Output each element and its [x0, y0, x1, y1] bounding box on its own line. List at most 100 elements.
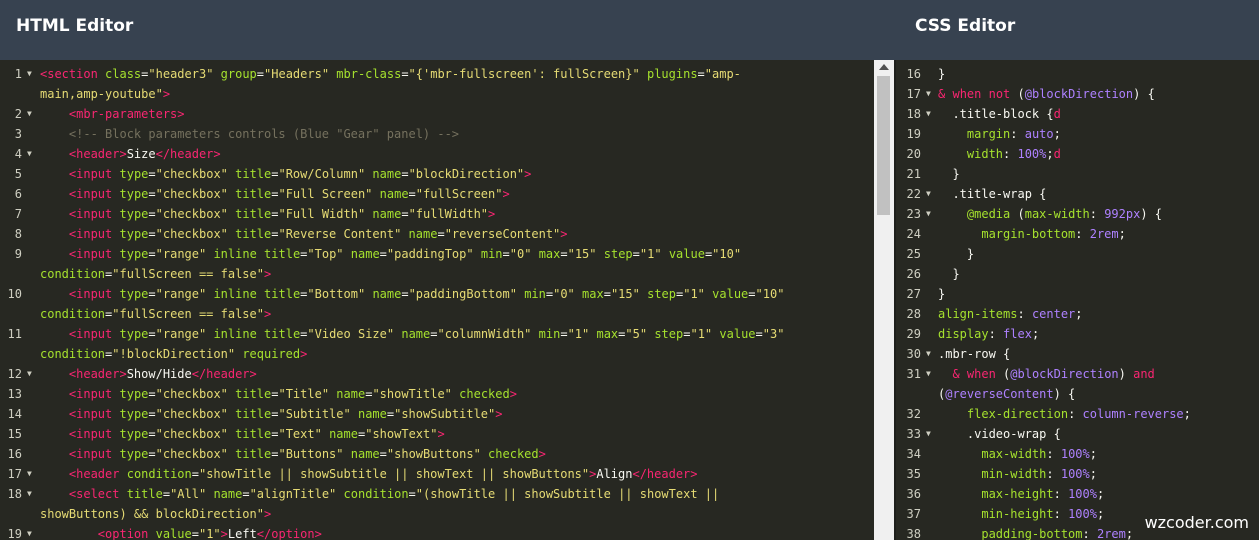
- line-number: 10: [7, 287, 22, 301]
- fold-arrow-icon[interactable]: ▼: [926, 204, 931, 224]
- code-token: 100%: [1060, 447, 1090, 461]
- code-line[interactable]: condition="fullScreen == false">: [0, 264, 874, 284]
- code-line[interactable]: 28 align-items: center;: [896, 304, 1259, 324]
- code-token: ) {: [1133, 87, 1155, 101]
- fold-arrow-icon[interactable]: ▼: [27, 104, 32, 124]
- code-token: title: [235, 427, 272, 441]
- fold-arrow-icon[interactable]: ▼: [27, 144, 32, 164]
- code-line[interactable]: 8 <input type="checkbox" title="Reverse …: [0, 224, 874, 244]
- code-line[interactable]: 23 ▼ @media (max-width: 992px) {: [896, 204, 1259, 224]
- code-line[interactable]: 21 }: [896, 164, 1259, 184]
- code-line[interactable]: 34 max-width: 100%;: [896, 444, 1259, 464]
- code-line[interactable]: 2 ▼ <mbr-parameters>: [0, 104, 874, 124]
- code-line[interactable]: 25 }: [896, 244, 1259, 264]
- html-editor-scrollbar[interactable]: [874, 60, 894, 540]
- fold-arrow-icon[interactable]: ▼: [27, 364, 32, 384]
- code-line[interactable]: 22 ▼ .title-wrap {: [896, 184, 1259, 204]
- fold-arrow-icon[interactable]: ▼: [926, 184, 931, 204]
- fold-arrow-icon[interactable]: ▼: [27, 464, 32, 484]
- code-token: "showSubtitle": [394, 407, 496, 421]
- code-line[interactable]: 9 <input type="range" inline title="Top"…: [0, 244, 874, 264]
- code-line[interactable]: 27}: [896, 284, 1259, 304]
- code-token: >: [437, 427, 445, 441]
- code-line[interactable]: 20 width: 100%;d: [896, 144, 1259, 164]
- code-token: min-height: [981, 507, 1054, 521]
- fold-arrow-icon[interactable]: ▼: [926, 84, 931, 104]
- code-line[interactable]: (@reverseContent) {: [896, 384, 1259, 404]
- css-code-area[interactable]: , ,16}17▼& when not (@blockDirection) {1…: [896, 60, 1259, 540]
- code-line[interactable]: condition="!blockDirection" required>: [0, 344, 874, 364]
- code-token: "checkbox": [155, 447, 228, 461]
- code-line[interactable]: 11 <input type="range" inline title="Vid…: [0, 324, 874, 344]
- code-line[interactable]: 6 <input type="checkbox" title="Full Scr…: [0, 184, 874, 204]
- html-code-area[interactable]: 1 ▼ <section class="header3" group="Header…: [0, 64, 874, 540]
- line-number: 25: [906, 247, 921, 261]
- code-line[interactable]: 15 <input type="checkbox" title="Text" n…: [0, 424, 874, 444]
- code-line[interactable]: condition="fullScreen == false">: [0, 304, 874, 324]
- code-token: :: [1010, 127, 1025, 141]
- fold-arrow-icon[interactable]: ▼: [27, 484, 32, 504]
- code-line[interactable]: 32 flex-direction: column-reverse;: [896, 404, 1259, 424]
- fold-arrow-icon[interactable]: ▼: [926, 104, 931, 124]
- css-editor-title: CSS Editor: [915, 16, 1016, 36]
- scroll-thumb[interactable]: [877, 76, 890, 215]
- fold-arrow-icon[interactable]: ▼: [926, 344, 931, 364]
- code-line[interactable]: 16 <input type="checkbox" title="Buttons…: [0, 444, 874, 464]
- code-line[interactable]: 36 max-height: 100%;: [896, 484, 1259, 504]
- line-number: 26: [906, 267, 921, 281]
- code-line[interactable]: 30 ▼ .mbr-row {: [896, 344, 1259, 364]
- code-token: {: [1046, 107, 1054, 121]
- html-editor-pane[interactable]: 1 ▼ <section class="header3" group="Header…: [0, 60, 874, 540]
- code-token: >: [263, 507, 272, 521]
- code-token: :: [988, 327, 1004, 341]
- code-token: =: [148, 407, 156, 421]
- code-line[interactable]: 18 ▼ <select title="All" name="alignTitle…: [0, 484, 874, 504]
- code-line[interactable]: 31 ▼ & when (@blockDirection) and: [896, 364, 1259, 384]
- scroll-up-arrow-icon[interactable]: [879, 64, 889, 70]
- fold-arrow-icon[interactable]: ▼: [926, 364, 931, 384]
- code-token: column-reverse: [1082, 407, 1184, 421]
- code-text: .mbr-row {: [938, 344, 1010, 364]
- code-line[interactable]: 14 <input type="checkbox" title="Subtitl…: [0, 404, 874, 424]
- css-editor-pane[interactable]: , ,16}17▼& when not (@blockDirection) {1…: [896, 60, 1259, 540]
- code-token: =: [502, 247, 510, 261]
- code-token: condition: [343, 487, 409, 501]
- code-token: =: [148, 447, 156, 461]
- code-line[interactable]: 17 ▼ <header condition="showTitle || show…: [0, 464, 874, 484]
- fold-arrow-icon[interactable]: ▼: [27, 64, 32, 84]
- fold-arrow-icon[interactable]: ▼: [27, 524, 32, 540]
- code-token: .video-wrap {: [938, 427, 1061, 441]
- code-line[interactable]: 19 margin: auto;: [896, 124, 1259, 144]
- fold-arrow-icon[interactable]: ▼: [926, 424, 931, 444]
- code-line[interactable]: 16}: [896, 64, 1259, 84]
- code-line[interactable]: 26 }: [896, 264, 1259, 284]
- code-line[interactable]: 18 ▼ .title-block {d: [896, 104, 1259, 124]
- code-line[interactable]: main,amp-youtube">: [0, 84, 874, 104]
- code-line[interactable]: 4 ▼ <header>Size</header>: [0, 144, 874, 164]
- code-line[interactable]: 17 ▼ & when not (@blockDirection) {: [896, 84, 1259, 104]
- code-line[interactable]: 5 <input type="checkbox" title="Row/Colu…: [0, 164, 874, 184]
- code-token: "Row/Column": [278, 167, 366, 181]
- code-token: @blockDirection: [1010, 367, 1119, 381]
- code-line[interactable]: 35 min-width: 100%;: [896, 464, 1259, 484]
- code-token: </option>: [256, 527, 322, 540]
- code-line[interactable]: showButtons) && blockDirection">: [0, 504, 874, 524]
- code-line[interactable]: 3 <!-- Block parameters controls (Blue "…: [0, 124, 874, 144]
- code-token: (: [1010, 207, 1025, 221]
- code-line[interactable]: 10 <input type="range" inline title="Bot…: [0, 284, 874, 304]
- code-line[interactable]: 24 margin-bottom: 2rem;: [896, 224, 1259, 244]
- code-line[interactable]: 7 <input type="checkbox" title="Full Wid…: [0, 204, 874, 224]
- code-token: main,amp-youtube": [40, 87, 163, 101]
- code-line[interactable]: 1 ▼ <section class="header3" group="Header…: [0, 64, 874, 84]
- code-line[interactable]: 12 ▼ <header>Show/Hide</header>: [0, 364, 874, 384]
- code-line[interactable]: 29 display: flex;: [896, 324, 1259, 344]
- code-line[interactable]: 13 <input type="checkbox" title="Title" …: [0, 384, 874, 404]
- code-line[interactable]: 33 ▼ .video-wrap {: [896, 424, 1259, 444]
- code-line[interactable]: 19 ▼ <option value="1">Left</option>: [0, 524, 874, 540]
- code-token: flex-direction: [966, 407, 1069, 421]
- editor-toolbar: HTML Editor CSS Editor: [0, 0, 1259, 60]
